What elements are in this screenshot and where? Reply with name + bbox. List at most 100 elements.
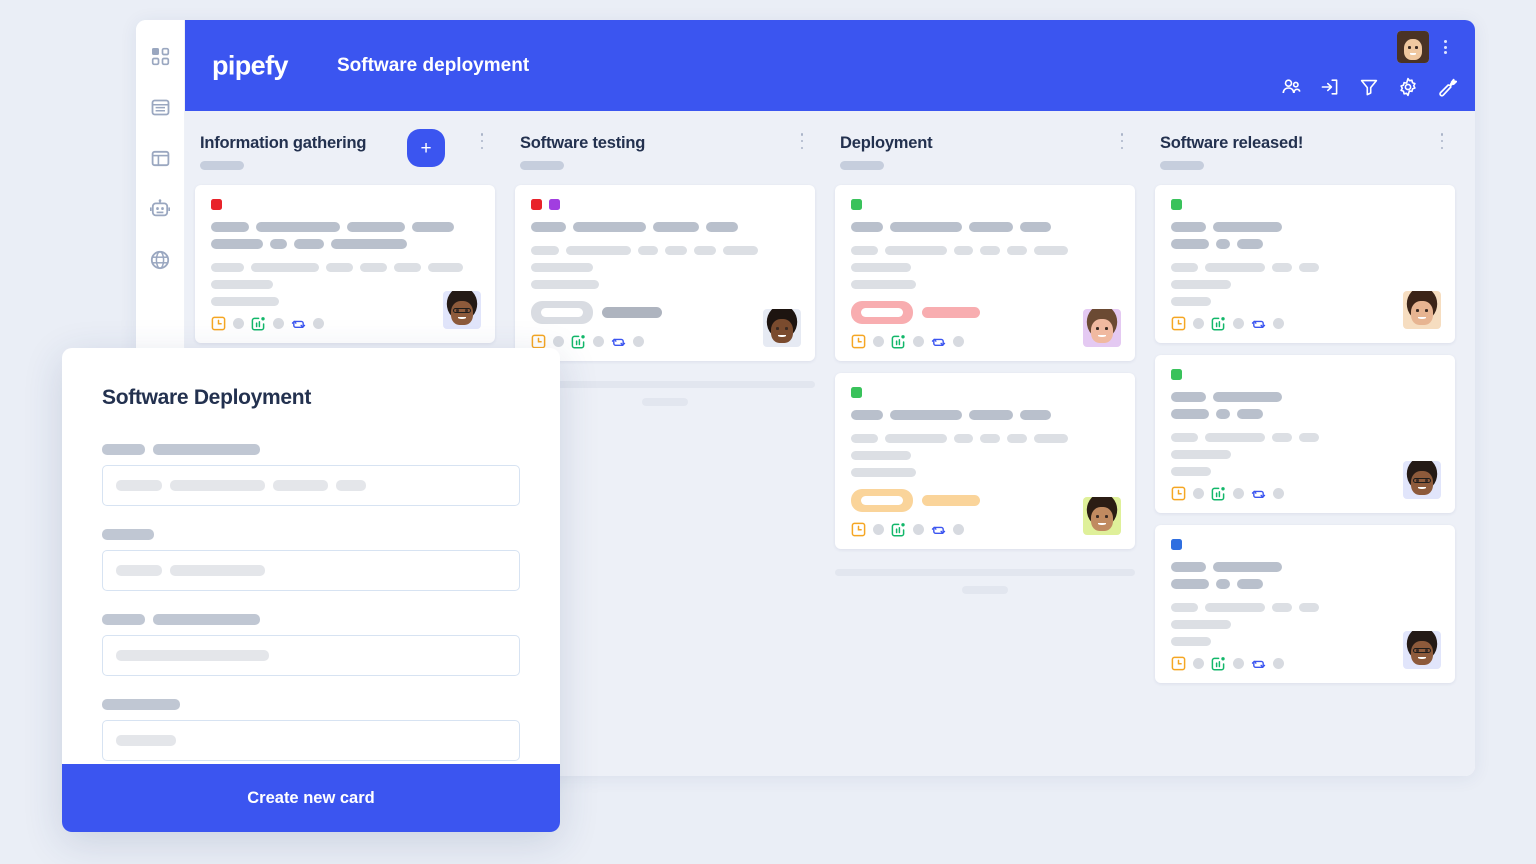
skeleton-bar [116,650,269,661]
import-export-icon[interactable] [1320,77,1340,97]
column-load-more-placeholder [835,569,1135,594]
column-header: Information gathering + [195,111,495,185]
due-date-icon[interactable] [211,316,226,331]
due-date-icon[interactable] [851,522,866,537]
kanban-card[interactable] [1155,525,1455,683]
skeleton-bar [723,246,758,255]
due-date-icon[interactable] [531,334,546,349]
skeleton-row [1171,280,1439,289]
layout-panel-icon[interactable] [148,146,172,170]
card-assignee-avatar[interactable] [763,309,801,347]
gear-settings-icon[interactable] [1398,77,1418,97]
column-kebab-menu[interactable] [475,133,489,149]
checklist-icon[interactable] [1211,486,1226,501]
card-footer-value-placeholder [1193,488,1204,499]
connection-icon[interactable] [931,334,946,349]
connection-icon[interactable] [1251,316,1266,331]
due-date-icon[interactable] [1171,486,1186,501]
skeleton-row [211,280,479,289]
skeleton-row [211,263,479,272]
skeleton-bar [1171,222,1206,232]
card-footer-value-placeholder [1233,488,1244,499]
column-kebab-menu[interactable] [795,133,809,149]
checklist-icon[interactable] [891,334,906,349]
modal-field-input[interactable] [102,550,520,591]
skeleton-bar [954,434,973,443]
dashboard-grid-icon[interactable] [148,44,172,68]
skeleton-bar [851,451,911,460]
kanban-card[interactable] [835,185,1135,361]
kanban-card[interactable] [195,185,495,343]
kanban-card[interactable] [835,373,1135,549]
card-assignee-avatar[interactable] [1083,309,1121,347]
card-assignee-avatar[interactable] [1083,497,1121,535]
checklist-icon[interactable] [1211,656,1226,671]
add-card-button[interactable]: + [407,129,445,167]
robot-automation-icon[interactable] [148,197,172,221]
modal-field-input[interactable] [102,635,520,676]
skeleton-bar [1299,263,1319,272]
filter-funnel-icon[interactable] [1359,77,1379,97]
modal-field-input[interactable] [102,720,520,761]
card-label-dot [549,199,560,210]
kanban-card[interactable] [515,185,815,361]
card-assignee-avatar[interactable] [1403,291,1441,329]
card-assignee-avatar[interactable] [443,291,481,329]
skeleton-bar [980,246,1000,255]
skeleton-bar [1171,637,1211,646]
wrench-tools-icon[interactable] [1437,77,1457,97]
skeleton-bar [885,434,947,443]
card-assignee-avatar[interactable] [1403,461,1441,499]
globe-icon[interactable] [148,248,172,272]
connection-icon[interactable] [611,334,626,349]
skeleton-bar [1171,280,1231,289]
column-cards [515,185,815,365]
card-label-dot [1171,539,1182,550]
skeleton-bar [1171,562,1206,572]
card-body-skeleton [531,246,799,289]
card-label-dots [1171,369,1439,380]
checklist-icon[interactable] [571,334,586,349]
header-kebab-menu[interactable] [1437,38,1453,56]
top-header-bar: pipefy Software deployment [185,20,1475,111]
modal-title: Software Deployment [102,386,312,409]
due-date-icon[interactable] [1171,656,1186,671]
skeleton-bar [851,410,883,420]
connection-icon[interactable] [931,522,946,537]
skeleton-bar [1213,392,1282,402]
skeleton-bar [211,263,244,272]
due-date-icon[interactable] [851,334,866,349]
connection-icon[interactable] [291,316,306,331]
database-icon[interactable] [148,95,172,119]
card-label-dot [531,199,542,210]
modal-field-input[interactable] [102,465,520,506]
kanban-card[interactable] [1155,185,1455,343]
kanban-card[interactable] [1155,355,1455,513]
members-icon[interactable] [1281,77,1301,97]
card-footer-value-placeholder [1233,318,1244,329]
column-title: Information gathering [200,134,367,152]
skeleton-row [1171,579,1439,589]
skeleton-row [1171,297,1439,306]
skeleton-bar [1216,409,1230,419]
due-date-icon[interactable] [1171,316,1186,331]
column-kebab-menu[interactable] [1115,133,1129,149]
create-new-card-button[interactable]: Create new card [62,764,560,832]
card-badge-row [851,301,1119,324]
skeleton-bar [170,565,265,576]
column-kebab-menu[interactable] [1435,133,1449,149]
connection-icon[interactable] [1251,486,1266,501]
checklist-icon[interactable] [251,316,266,331]
checklist-icon[interactable] [1211,316,1226,331]
skeleton-bar [1299,433,1319,442]
skeleton-bar [531,246,559,255]
connection-icon[interactable] [1251,656,1266,671]
checklist-icon[interactable] [891,522,906,537]
card-footer [851,334,1119,349]
pipefy-logo[interactable]: pipefy [212,51,289,82]
skeleton-bar [1171,263,1198,272]
card-assignee-avatar[interactable] [1403,631,1441,669]
header-avatar[interactable] [1397,31,1429,63]
card-body-skeleton [851,434,1119,477]
card-footer-value-placeholder [1193,658,1204,669]
